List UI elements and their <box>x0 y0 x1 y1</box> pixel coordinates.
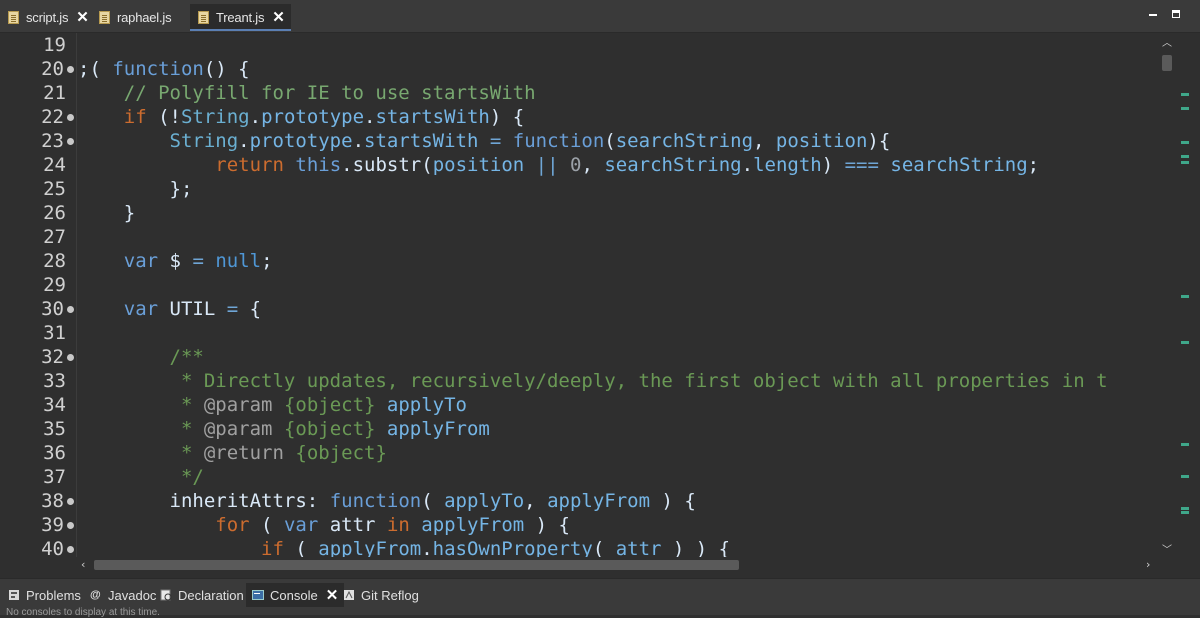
js-file-icon <box>8 10 19 24</box>
code-line: if (!String.prototype.startsWith) { <box>123 106 525 128</box>
fold-toggle-icon[interactable] <box>67 354 74 361</box>
tab-raphael-js[interactable]: raphael.js <box>99 4 172 30</box>
console-status-text: No consoles to display at this time. <box>6 607 160 618</box>
code-line: * Directly updates, recursively/deeply, … <box>78 370 1108 392</box>
horizontal-scroll-thumb[interactable] <box>94 560 739 570</box>
code-area[interactable]: ;( function() { // Polyfill for IE to us… <box>78 33 1158 557</box>
overview-marker[interactable] <box>1181 93 1189 96</box>
line-number: 27 <box>43 226 66 248</box>
line-number: 38 <box>41 490 64 512</box>
tab-javadoc[interactable]: @ Javadoc <box>90 583 156 607</box>
code-line: } <box>78 202 136 224</box>
fold-toggle-icon[interactable] <box>67 66 74 73</box>
problems-icon <box>8 589 20 601</box>
line-number: 36 <box>43 442 66 464</box>
line-number: 22 <box>41 106 64 128</box>
overview-marker[interactable] <box>1181 475 1189 478</box>
code-line: String.prototype.startsWith = function(s… <box>169 130 891 152</box>
line-number: 34 <box>43 394 66 416</box>
overview-marker[interactable] <box>1181 507 1189 510</box>
line-number: 25 <box>43 178 66 200</box>
tab-declaration[interactable]: Declaration <box>160 583 244 607</box>
close-icon[interactable]: ✕ <box>272 10 285 25</box>
tab-console[interactable]: Console ✕ <box>246 583 345 607</box>
code-line: var UTIL = { <box>123 298 262 320</box>
vertical-scroll-thumb[interactable] <box>1162 55 1172 71</box>
line-number: 37 <box>43 466 66 488</box>
tab-git-reflog[interactable]: Git Reflog <box>343 583 419 607</box>
line-number: 24 <box>43 154 66 176</box>
line-number: 23 <box>41 130 64 152</box>
js-file-icon <box>99 10 110 24</box>
line-number: 30 <box>41 298 64 320</box>
maximize-icon[interactable] <box>1170 8 1182 20</box>
overview-marker[interactable] <box>1181 341 1189 344</box>
code-line: * @param {object} applyTo <box>180 394 467 416</box>
horizontal-scrollbar[interactable]: ‹ › <box>78 557 1158 573</box>
overview-marker[interactable] <box>1181 511 1189 514</box>
editor-tab-bar: script.js ✕ raphael.js Treant.js ✕ <box>0 0 1200 33</box>
line-number: 35 <box>43 418 66 440</box>
code-line: }; <box>78 178 193 200</box>
close-icon[interactable]: ✕ <box>76 10 89 25</box>
fold-toggle-icon[interactable] <box>67 498 74 505</box>
overview-marker[interactable] <box>1181 155 1189 158</box>
js-file-icon <box>198 10 209 24</box>
fold-toggle-icon[interactable] <box>67 114 74 121</box>
line-number: 32 <box>41 346 64 368</box>
line-number: 31 <box>43 322 66 344</box>
scroll-up-icon[interactable]: ︿ <box>1162 34 1172 49</box>
javadoc-icon: @ <box>90 589 101 601</box>
code-line: * @param {object} applyFrom <box>180 418 490 440</box>
line-number: 20 <box>41 58 64 80</box>
overview-marker[interactable] <box>1181 295 1189 298</box>
code-line: inheritAttrs: function( applyTo, applyFr… <box>169 490 696 512</box>
line-number: 33 <box>43 370 66 392</box>
code-editor[interactable]: 19 20 21 22 23 24 25 26 27 28 29 30 31 32 33 34 35 36 37 38… <box>0 33 1200 573</box>
fold-toggle-icon[interactable] <box>67 138 74 145</box>
code-line: for ( var attr in applyFrom ) { <box>215 514 570 536</box>
code-line: return this.substr(position || 0, search… <box>215 154 1040 176</box>
line-number: 28 <box>43 250 66 272</box>
tab-problems[interactable]: Problems <box>8 583 81 607</box>
minimize-icon[interactable] <box>1147 8 1159 20</box>
scroll-down-icon[interactable]: ﹀ <box>1162 541 1172 556</box>
scroll-right-icon[interactable]: › <box>1146 558 1150 571</box>
scroll-left-icon[interactable]: ‹ <box>81 558 85 571</box>
vertical-scrollbar[interactable]: ︿ ﹀ <box>1159 33 1175 557</box>
overview-ruler[interactable] <box>1175 33 1200 557</box>
code-line: // Polyfill for IE to use startsWith <box>78 82 536 104</box>
line-number-gutter: 19 20 21 22 23 24 25 26 27 28 29 30 31 32 33 34 35 36 37 38… <box>0 33 77 560</box>
line-number: 21 <box>43 82 66 104</box>
line-number: 40 <box>41 538 64 560</box>
line-number: 29 <box>43 274 66 296</box>
overview-marker[interactable] <box>1181 443 1189 446</box>
line-number: 26 <box>43 202 66 224</box>
line-number: 19 <box>43 34 66 56</box>
git-reflog-icon <box>343 589 355 601</box>
overview-marker[interactable] <box>1181 161 1189 164</box>
code-line: */ <box>78 466 204 488</box>
tab-treant-js[interactable]: Treant.js ✕ <box>190 4 291 31</box>
overview-marker[interactable] <box>1181 141 1189 144</box>
close-icon[interactable]: ✕ <box>326 586 339 604</box>
fold-toggle-icon[interactable] <box>67 306 74 313</box>
declaration-icon <box>160 589 172 601</box>
fold-toggle-icon[interactable] <box>67 546 74 553</box>
tab-label: script.js <box>26 9 69 25</box>
tab-label: Treant.js <box>216 9 265 25</box>
code-line: ;( function() { <box>78 58 250 80</box>
code-line: /** <box>78 346 204 368</box>
code-line: if ( applyFrom.hasOwnProperty( attr ) ) … <box>261 538 731 557</box>
tab-label: raphael.js <box>117 9 172 25</box>
fold-toggle-icon[interactable] <box>67 522 74 529</box>
console-icon <box>252 589 264 601</box>
overview-marker[interactable] <box>1181 107 1189 110</box>
line-number: 39 <box>41 514 64 536</box>
code-line: * @return {object} <box>180 442 387 464</box>
view-tab-bar: Problems @ Javadoc Declaration Console ✕… <box>0 578 1200 615</box>
code-line: var $ = null; <box>123 250 273 272</box>
tab-script-js[interactable]: script.js ✕ <box>8 4 89 30</box>
